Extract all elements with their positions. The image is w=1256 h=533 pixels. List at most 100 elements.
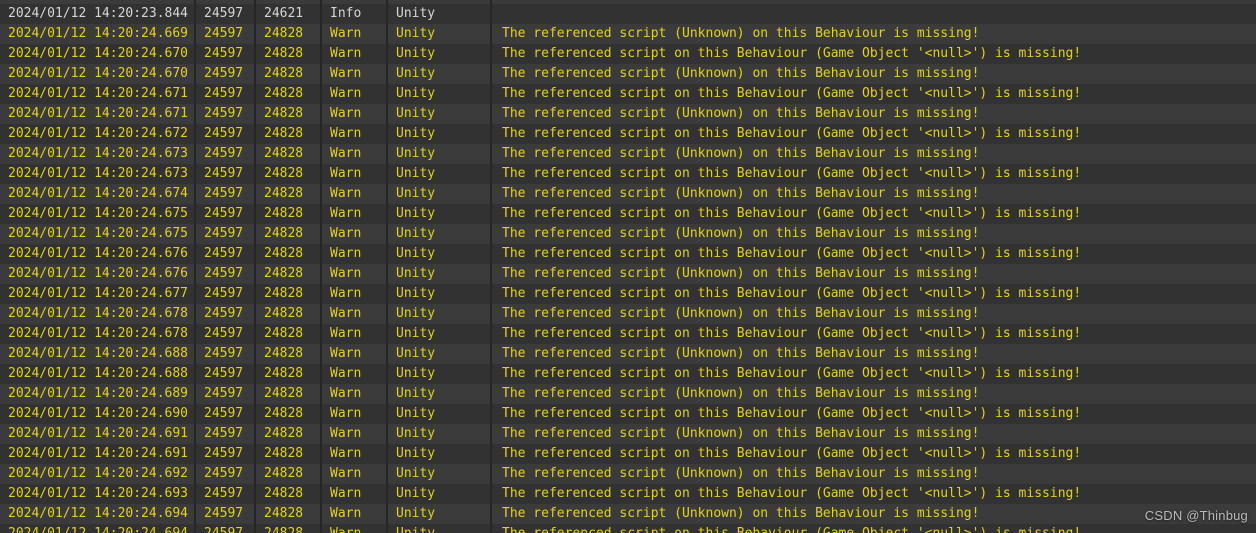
cell-level: Warn xyxy=(322,524,388,533)
cell-message: The referenced script (Unknown) on this … xyxy=(502,186,980,201)
cell-time: 2024/01/12 14:20:24.691 xyxy=(0,444,196,464)
cell-pid: 24597 xyxy=(196,344,256,364)
cell-level: Warn xyxy=(322,484,388,504)
cell-tag: Unity xyxy=(388,324,492,344)
cell-tag: Unity xyxy=(388,24,492,44)
table-row[interactable]: 2024/01/12 14:20:24.6942459724828WarnUni… xyxy=(0,504,1256,524)
table-row[interactable]: 2024/01/12 14:20:24.673 24597 24828 Warn Uni… xyxy=(0,164,1256,184)
table-row[interactable]: 2024/01/12 14:20:24.670 24597 24828 Warn Uni… xyxy=(0,64,1256,84)
table-row[interactable]: 2024/01/12 14:20:24.688 24597 24828 Warn Uni… xyxy=(0,364,1256,384)
cell-time: 2024/01/12 14:20:23.844 xyxy=(0,4,196,24)
cell-tag: Unity xyxy=(388,184,492,204)
table-row[interactable]: 2024/01/12 14:20:24.693 24597 24828 Warn Uni… xyxy=(0,484,1256,504)
table-row[interactable]: 2024/01/12 14:20:24.690 24597 24828 Warn Uni… xyxy=(0,404,1256,424)
table-row[interactable]: 2024/01/12 14:20:24.676 24597 24828 Warn Uni… xyxy=(0,244,1256,264)
cell-time: 2024/01/12 14:20:24.671 xyxy=(0,104,196,124)
cell-tid: 24828 xyxy=(256,244,322,264)
cell-time: 2024/01/12 14:20:24.689 xyxy=(0,384,196,404)
cell-level: Warn xyxy=(322,384,388,404)
cell-level: Warn xyxy=(322,24,388,44)
cell-message: The referenced script on this Behaviour … xyxy=(502,446,1082,461)
cell-tid: 24828 xyxy=(256,284,322,304)
cell-message: The referenced script on this Behaviour … xyxy=(502,366,1082,381)
table-row[interactable]: 2024/01/12 14:20:24.691 24597 24828 Warn Uni… xyxy=(0,424,1256,444)
table-row[interactable]: 2024/01/12 14:20:24.671 24597 24828 Warn Uni… xyxy=(0,84,1256,104)
table-row[interactable]: 2024/01/12 14:20:24.688 24597 24828 Warn Uni… xyxy=(0,344,1256,364)
cell-message: The referenced script on this Behaviour … xyxy=(502,286,1082,301)
cell-pid: 24597 xyxy=(196,484,256,504)
cell-time: 2024/01/12 14:20:24.688 xyxy=(0,364,196,384)
table-row[interactable]: 2024/01/12 14:20:24.676 24597 24828 Warn Uni… xyxy=(0,264,1256,284)
cell-pid: 24597 xyxy=(196,284,256,304)
cell-tid: 24828 xyxy=(256,464,322,484)
cell-message: The referenced script (Unknown) on this … xyxy=(502,346,980,361)
cell-pid: 24597 xyxy=(196,144,256,164)
cell-level: Warn xyxy=(322,404,388,424)
cell-pid: 24597 xyxy=(196,124,256,144)
table-row[interactable]: 2024/01/12 14:20:24.678 24597 24828 Warn Uni… xyxy=(0,304,1256,324)
cell-level: Warn xyxy=(322,204,388,224)
cell-level: Warn xyxy=(322,244,388,264)
cell-tag: Unity xyxy=(388,64,492,84)
cell-level: Warn xyxy=(322,184,388,204)
table-row[interactable]: 2024/01/12 14:20:23.844 24597 24621 Info Uni… xyxy=(0,4,1256,24)
cell-message: The referenced script (Unknown) on this … xyxy=(502,66,980,81)
cell-tid: 24828 xyxy=(256,524,322,533)
table-row[interactable]: 2024/01/12 14:20:24.675 24597 24828 Warn Uni… xyxy=(0,204,1256,224)
cell-tag: Unity xyxy=(388,284,492,304)
cell-time: 2024/01/12 14:20:24.675 xyxy=(0,224,196,244)
table-row[interactable]: 2024/01/12 14:20:24.689 24597 24828 Warn Uni… xyxy=(0,384,1256,404)
table-row[interactable]: 2024/01/12 14:20:24.674 24597 24828 Warn Uni… xyxy=(0,184,1256,204)
table-row[interactable]: 2024/01/12 14:20:24.692 24597 24828 Warn Uni… xyxy=(0,464,1256,484)
cell-tid: 24828 xyxy=(256,24,322,44)
cell-pid: 24597 xyxy=(196,304,256,324)
cell-message: The referenced script on this Behaviour … xyxy=(502,406,1082,421)
table-row[interactable]: 2024/01/12 14:20:24.691 24597 24828 Warn Uni… xyxy=(0,444,1256,464)
cell-tid: 24828 xyxy=(256,104,322,124)
cell-tag: Unity xyxy=(388,224,492,244)
cell-tid: 24828 xyxy=(256,264,322,284)
cell-tag: Unity xyxy=(388,4,492,24)
cell-level: Warn xyxy=(322,224,388,244)
table-row[interactable]: 2024/01/12 14:20:24.670 24597 24828 Warn Uni… xyxy=(0,44,1256,64)
log-console[interactable]: 2024/01/12 14:20:23.8432459724621InfoUni… xyxy=(0,0,1256,533)
cell-time: 2024/01/12 14:20:24.690 xyxy=(0,404,196,424)
cell-tag: Unity xyxy=(388,244,492,264)
cell-pid: 24597 xyxy=(196,244,256,264)
cell-level: Warn xyxy=(322,124,388,144)
cell-pid: 24597 xyxy=(196,64,256,84)
cell-tid: 24828 xyxy=(256,424,322,444)
cell-tid: 24828 xyxy=(256,384,322,404)
table-row[interactable]: 2024/01/12 14:20:24.677 24597 24828 Warn Uni… xyxy=(0,284,1256,304)
cell-level: Warn xyxy=(322,284,388,304)
cell-pid: 24597 xyxy=(196,384,256,404)
table-row[interactable]: 2024/01/12 14:20:24.673 24597 24828 Warn Uni… xyxy=(0,144,1256,164)
table-row[interactable]: 2024/01/12 14:20:24.672 24597 24828 Warn Uni… xyxy=(0,124,1256,144)
table-row[interactable]: 2024/01/12 14:20:24.671 24597 24828 Warn Uni… xyxy=(0,104,1256,124)
table-row[interactable]: 2024/01/12 14:20:24.669 24597 24828 Warn Uni… xyxy=(0,24,1256,44)
table-row[interactable]: 2024/01/12 14:20:24.675 24597 24828 Warn Uni… xyxy=(0,224,1256,244)
cell-pid: 24597 xyxy=(196,324,256,344)
cell-pid: 24597 xyxy=(196,224,256,244)
cell-message: The referenced script on this Behaviour … xyxy=(502,86,1082,101)
cell-tag: Unity xyxy=(388,124,492,144)
cell-level: Warn xyxy=(322,364,388,384)
cell-time: 2024/01/12 14:20:24.670 xyxy=(0,64,196,84)
table-row[interactable]: 2024/01/12 14:20:24.6942459724828WarnUni… xyxy=(0,524,1256,533)
cell-time: 2024/01/12 14:20:24.669 xyxy=(0,24,196,44)
cell-message: The referenced script (Unknown) on this … xyxy=(502,426,980,441)
cell-time: 2024/01/12 14:20:24.694 xyxy=(0,504,196,524)
cell-level: Warn xyxy=(322,264,388,284)
cell-tid: 24828 xyxy=(256,164,322,184)
cell-level: Warn xyxy=(322,84,388,104)
cell-pid: 24597 xyxy=(196,504,256,524)
table-row[interactable]: 2024/01/12 14:20:24.678 24597 24828 Warn Uni… xyxy=(0,324,1256,344)
cell-pid: 24597 xyxy=(196,364,256,384)
cell-message: The referenced script (Unknown) on this … xyxy=(502,386,980,401)
cell-pid: 24597 xyxy=(196,104,256,124)
cell-time: 2024/01/12 14:20:24.676 xyxy=(0,264,196,284)
cell-pid: 24597 xyxy=(196,204,256,224)
cell-tag: Unity xyxy=(388,304,492,324)
cell-time: 2024/01/12 14:20:24.671 xyxy=(0,84,196,104)
cell-time: 2024/01/12 14:20:24.673 xyxy=(0,164,196,184)
